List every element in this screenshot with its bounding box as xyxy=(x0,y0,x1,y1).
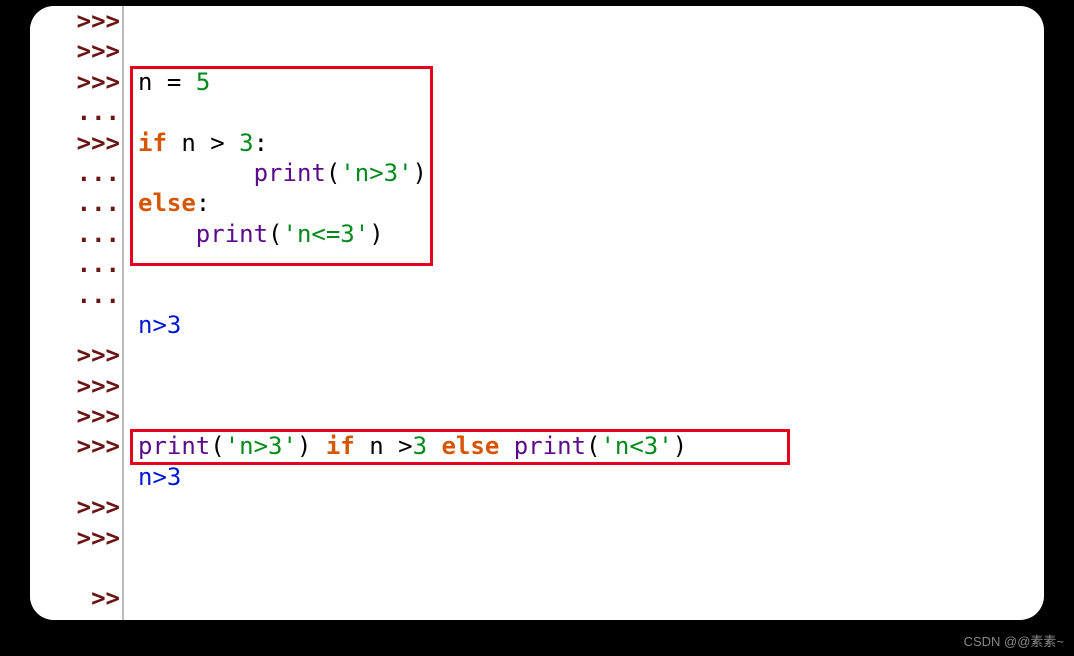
token-str: 'n>3' xyxy=(225,432,297,460)
token-fn: print xyxy=(254,159,326,187)
token-out: n>3 xyxy=(138,311,181,339)
token-txt: n xyxy=(167,129,210,157)
code-content: print('n>3') if n >3 else print('n<3') xyxy=(124,431,687,461)
code-content: n>3 xyxy=(124,462,181,492)
token-num: 3 xyxy=(239,129,253,157)
terminal-window: >>>>>>>>>n = 5...>>>if n > 3:... print('… xyxy=(30,6,1044,620)
code-line: >>> xyxy=(30,340,1044,370)
repl-prompt: ... xyxy=(30,249,124,279)
code-line: ... print('n>3') xyxy=(30,158,1044,188)
code-line: >>> xyxy=(30,523,1044,553)
repl-prompt: >> xyxy=(30,583,124,613)
repl-prompt: >>> xyxy=(30,340,124,370)
token-kw: if xyxy=(138,129,167,157)
token-kw: if xyxy=(326,432,355,460)
repl-prompt: ... xyxy=(30,97,124,127)
code-line: >>>n = 5 xyxy=(30,67,1044,97)
code-line: >>> xyxy=(30,6,1044,36)
code-line: >>> xyxy=(30,36,1044,66)
repl-prompt: >>> xyxy=(30,523,124,553)
token-txt xyxy=(225,129,239,157)
repl-prompt: >>> xyxy=(30,371,124,401)
token-txt: ( xyxy=(210,432,224,460)
code-line: >>> xyxy=(30,492,1044,522)
token-str: 'n<=3' xyxy=(283,220,370,248)
token-txt: ) xyxy=(297,432,326,460)
token-str: 'n<3' xyxy=(600,432,672,460)
repl-prompt: >>> xyxy=(30,67,124,97)
token-txt: ( xyxy=(268,220,282,248)
token-op: = xyxy=(167,68,181,96)
code-content: print('n>3') xyxy=(124,158,427,188)
token-fn: print xyxy=(514,432,586,460)
code-line: ... print('n<=3') xyxy=(30,219,1044,249)
token-txt xyxy=(138,220,196,248)
token-fn: print xyxy=(196,220,268,248)
watermark: CSDN @@素素~ xyxy=(964,631,1064,650)
token-txt: ( xyxy=(326,159,340,187)
token-txt: ) xyxy=(673,432,687,460)
code-line: >> xyxy=(30,583,1044,613)
token-txt: n xyxy=(355,432,398,460)
token-op: > xyxy=(210,129,224,157)
code-line: ... xyxy=(30,280,1044,310)
code-line: n>3 xyxy=(30,462,1044,492)
token-txt: ) xyxy=(413,159,427,187)
code-line: >>>if n > 3: xyxy=(30,128,1044,158)
repl-prompt: >>> xyxy=(30,6,124,36)
code-line: >>> xyxy=(30,401,1044,431)
repl-prompt: ... xyxy=(30,219,124,249)
repl-prompt: >>> xyxy=(30,128,124,158)
token-op: > xyxy=(398,432,412,460)
token-txt: n xyxy=(138,68,167,96)
code-line: n>3 xyxy=(30,310,1044,340)
token-txt: : xyxy=(196,189,210,217)
code-content: n = 5 xyxy=(124,67,210,97)
token-num: 3 xyxy=(413,432,427,460)
token-num: 5 xyxy=(196,68,210,96)
code-content: if n > 3: xyxy=(124,128,268,158)
token-txt: ( xyxy=(586,432,600,460)
token-txt xyxy=(138,159,254,187)
token-kw: else xyxy=(441,432,499,460)
code-line: ...else: xyxy=(30,188,1044,218)
repl-prompt: >>> xyxy=(30,36,124,66)
code-content: else: xyxy=(124,188,210,218)
token-out: n>3 xyxy=(138,463,181,491)
code-content: n>3 xyxy=(124,310,181,340)
token-txt xyxy=(427,432,441,460)
token-txt: ) xyxy=(369,220,383,248)
code-line: >>> xyxy=(30,371,1044,401)
repl-prompt: >>> xyxy=(30,401,124,431)
token-kw: else xyxy=(138,189,196,217)
token-txt xyxy=(499,432,513,460)
repl-prompt: ... xyxy=(30,188,124,218)
terminal-content: >>>>>>>>>n = 5...>>>if n > 3:... print('… xyxy=(30,6,1044,620)
code-content: print('n<=3') xyxy=(124,219,384,249)
repl-prompt: >>> xyxy=(30,431,124,461)
token-txt: : xyxy=(254,129,268,157)
repl-prompt: >>> xyxy=(30,492,124,522)
code-line: >>>print('n>3') if n >3 else print('n<3'… xyxy=(30,431,1044,461)
repl-prompt: ... xyxy=(30,280,124,310)
token-str: 'n>3' xyxy=(340,159,412,187)
repl-prompt: ... xyxy=(30,158,124,188)
code-line xyxy=(30,553,1044,583)
token-fn: print xyxy=(138,432,210,460)
token-txt xyxy=(181,68,195,96)
